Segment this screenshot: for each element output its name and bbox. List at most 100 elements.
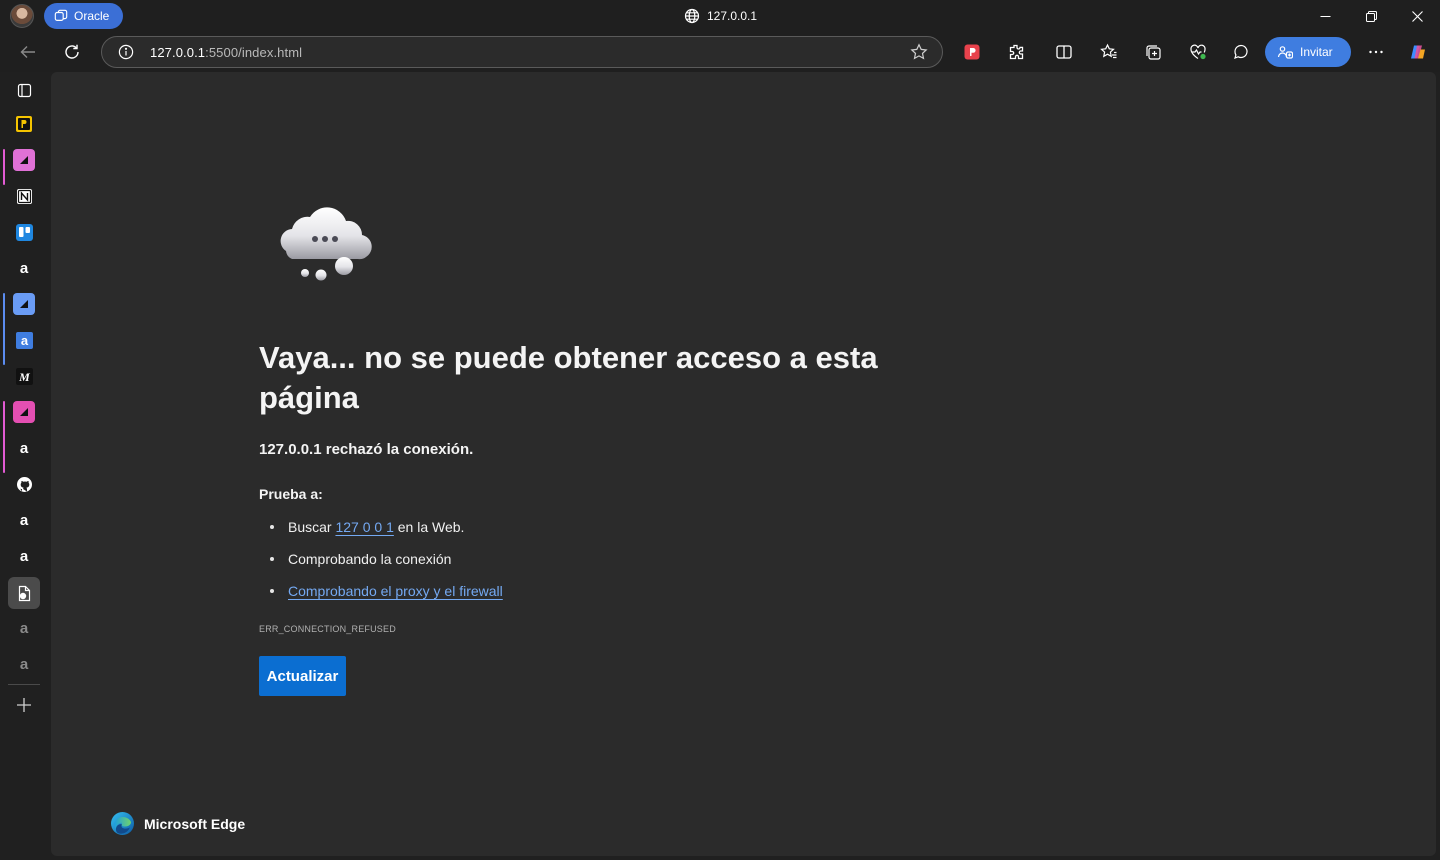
page-content: Vaya... no se puede obtener acceso a est… <box>51 72 1436 856</box>
browser-essentials-button[interactable] <box>1186 40 1210 64</box>
sidebar-app-pink[interactable] <box>13 149 35 171</box>
restore-icon <box>1365 10 1377 22</box>
vertical-sidebar: a a M a a a a a <box>0 72 50 860</box>
copilot-button[interactable] <box>1406 40 1430 64</box>
amazon-icon: a <box>19 259 29 277</box>
search-prefix: Buscar <box>288 519 336 535</box>
new-tab-button[interactable] <box>13 694 35 716</box>
address-bar[interactable]: 127.0.0.1:5500/index.html <box>101 36 943 68</box>
split-screen-button[interactable] <box>1052 40 1076 64</box>
suggestion-list: Buscar 127 0 0 1 en la Web. Comprobando … <box>270 518 503 614</box>
blue-app-icon <box>13 293 35 315</box>
tab-actions-icon <box>17 83 31 97</box>
toolbar: 127.0.0.1:5500/index.html Invitar <box>0 32 1440 72</box>
chat-bubble-icon <box>1234 44 1248 59</box>
sidebar-app-active[interactable] <box>8 577 40 609</box>
amazon-icon: a <box>19 547 29 565</box>
pink-app-icon <box>13 149 35 171</box>
tab-actions-button[interactable] <box>13 79 35 101</box>
heart-pulse-icon <box>1190 44 1206 60</box>
workspace-button[interactable]: Oracle <box>44 3 123 29</box>
edge-brand-text: Microsoft Edge <box>144 815 246 832</box>
more-dots-icon <box>1369 50 1383 54</box>
workspaces-icon <box>54 9 68 21</box>
close-button[interactable] <box>1394 0 1440 32</box>
sidebar-app-notion[interactable] <box>13 185 35 207</box>
edge-logo-icon <box>111 812 134 835</box>
tab-group-indicator <box>3 293 5 365</box>
amazon-icon: a <box>19 511 29 529</box>
check-proxy-link[interactable]: Comprobando el proxy y el firewall <box>288 583 503 599</box>
sidebar-app-amazon-4[interactable]: a <box>13 545 35 567</box>
url-host: 127.0.0.1 <box>150 45 206 60</box>
active-app-icon <box>18 585 30 601</box>
puzzle-icon <box>1009 44 1024 60</box>
favorites-icon <box>1100 43 1117 59</box>
sidebar-app-p[interactable] <box>13 113 35 135</box>
sidebar-app-amazon-6[interactable]: a <box>13 653 35 675</box>
collections-button[interactable] <box>1141 40 1165 64</box>
favorites-button[interactable] <box>1097 40 1121 64</box>
pocket-extension-icon <box>964 44 980 60</box>
amazon-blue-icon: a <box>15 331 33 349</box>
m-app-icon: M <box>15 367 33 385</box>
amazon-icon: a <box>19 619 29 637</box>
back-button[interactable] <box>16 40 40 64</box>
sidebar-app-trello[interactable] <box>13 221 35 243</box>
svg-text:M: M <box>18 370 30 384</box>
sidebar-app-m[interactable]: M <box>13 365 35 387</box>
restore-button[interactable] <box>1348 0 1394 32</box>
search-web-link[interactable]: 127 0 0 1 <box>335 519 393 535</box>
window-title: 127.0.0.1 <box>684 8 757 24</box>
workspace-label: Oracle <box>74 9 110 23</box>
pink-app-icon <box>13 401 35 423</box>
sidebar-divider <box>8 684 40 685</box>
profile-avatar[interactable] <box>10 4 34 28</box>
sidebar-app-github[interactable] <box>13 473 35 495</box>
list-item: Comprobando el proxy y el firewall <box>270 582 503 614</box>
svg-text:a: a <box>20 333 28 348</box>
invite-button[interactable]: Invitar <box>1265 37 1351 67</box>
sidebar-app-amazon[interactable]: a <box>13 257 35 279</box>
copilot-icon <box>1411 45 1425 59</box>
sidebar-app-blue[interactable] <box>13 293 35 315</box>
github-icon <box>16 476 32 492</box>
reload-button[interactable] <box>60 40 84 64</box>
split-screen-icon <box>1056 45 1072 59</box>
feedback-button[interactable] <box>1229 40 1253 64</box>
favorite-star-icon[interactable] <box>910 43 928 61</box>
sidebar-app-pink-2[interactable] <box>13 401 35 423</box>
site-info-icon[interactable] <box>118 44 134 60</box>
collections-icon <box>1146 45 1161 60</box>
try-label: Prueba a: <box>259 486 323 502</box>
url-path: :5500/index.html <box>205 45 303 60</box>
error-heading: Vaya... no se puede obtener acceso a est… <box>259 340 878 415</box>
list-item: Buscar 127 0 0 1 en la Web. <box>270 518 503 550</box>
back-arrow-icon <box>20 46 35 58</box>
title-bar: Oracle 127.0.0.1 <box>0 0 1440 32</box>
notion-icon <box>16 188 32 204</box>
sidebar-app-amazon-2[interactable]: a <box>13 437 35 459</box>
cloud-thinking-icon <box>280 207 372 281</box>
error-host: 127.0.0.1 <box>259 441 322 458</box>
edge-branding: Microsoft Edge <box>110 811 245 836</box>
sidebar-app-amazon-blue[interactable]: a <box>13 329 35 351</box>
check-connection-text: Comprobando la conexión <box>288 551 452 567</box>
url-text[interactable]: 127.0.0.1:5500/index.html <box>150 45 302 60</box>
sidebar-app-amazon-5[interactable]: a <box>13 617 35 639</box>
list-item: Comprobando la conexión <box>270 550 503 582</box>
extensions-button[interactable] <box>1004 40 1028 64</box>
p-app-icon <box>16 116 32 132</box>
refresh-button[interactable]: Actualizar <box>259 656 346 696</box>
pocket-extension-button[interactable] <box>960 40 984 64</box>
error-subheading: 127.0.0.1 rechazó la conexión. <box>259 441 473 458</box>
more-menu-button[interactable] <box>1364 40 1388 64</box>
close-icon <box>1411 10 1423 22</box>
error-reason: rechazó la conexión. <box>321 441 474 458</box>
invite-label: Invitar <box>1300 45 1333 59</box>
sidebar-app-amazon-3[interactable]: a <box>13 509 35 531</box>
invite-people-icon <box>1277 46 1293 59</box>
tab-group-indicator <box>3 401 5 473</box>
minimize-button[interactable] <box>1302 0 1348 32</box>
minimize-icon <box>1320 15 1330 17</box>
